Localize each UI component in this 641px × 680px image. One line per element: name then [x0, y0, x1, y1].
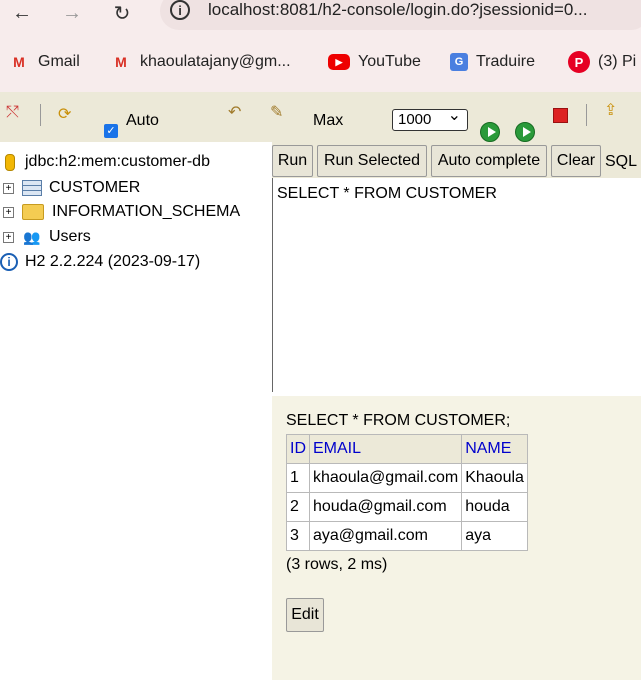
tree-item-users[interactable]: + 👥 Users — [0, 225, 91, 249]
toolbar-separator — [40, 104, 41, 126]
run-selected-icon[interactable] — [515, 122, 535, 142]
auto-commit-label: Auto — [126, 112, 159, 129]
cell-name: aya — [461, 521, 528, 551]
cell-name: houda — [461, 492, 528, 522]
tree-version: i H2 2.2.224 (2023-09-17) — [0, 250, 200, 274]
info-icon: i — [0, 253, 18, 271]
rollback-icon[interactable]: ↶ — [228, 102, 241, 122]
sql-button-bar: Run Run Selected Auto complete Clear SQL — [272, 142, 641, 178]
table-header-row: ID EMAIL NAME — [286, 434, 528, 464]
bookmark-gmail-account[interactable]: M khaoulatajany@gm... — [110, 50, 291, 74]
toolbar-separator — [586, 104, 587, 126]
auto-complete-button[interactable]: Auto complete — [431, 145, 547, 177]
commit-icon[interactable]: ✎ — [270, 102, 283, 122]
tree-item-label: Users — [49, 228, 91, 245]
users-icon: 👥 — [23, 229, 41, 245]
youtube-icon: ▶ — [328, 54, 350, 70]
cell-email: khaoula@gmail.com — [308, 463, 463, 493]
expand-icon[interactable]: + — [3, 231, 14, 243]
bookmark-label: YouTube — [358, 53, 421, 70]
database-icon — [5, 153, 15, 171]
run-selected-button[interactable]: Run Selected — [317, 145, 427, 177]
results-table: ID EMAIL NAME 1 khaoula@gmail.com Khaoul… — [286, 434, 528, 551]
url-text[interactable]: localhost:8081/h2-console/login.do?jsess… — [208, 0, 587, 20]
tree-item-label: CUSTOMER — [49, 179, 141, 196]
table-row: 2 houda@gmail.com houda — [286, 492, 528, 522]
table-row: 1 khaoula@gmail.com Khaoula — [286, 463, 528, 493]
bookmark-traduire[interactable]: G Traduire — [450, 50, 535, 74]
cell-id: 3 — [286, 521, 310, 551]
h2-toolbar: ⤲ ⟳ ✓ Auto ↶ ✎ Max 1000 ⇪ — [0, 92, 641, 142]
run-button[interactable]: Run — [272, 145, 313, 177]
tree-item-information-schema[interactable]: + INFORMATION_SCHEMA — [0, 200, 240, 224]
sql-editor[interactable]: SELECT * FROM CUSTOMER — [272, 178, 641, 392]
column-header-email[interactable]: EMAIL — [308, 434, 463, 464]
history-icon[interactable]: ⇪ — [604, 100, 617, 120]
bookmark-youtube[interactable]: ▶ YouTube — [328, 50, 421, 74]
reload-icon[interactable]: ↻ — [108, 0, 136, 26]
tree-item-customer[interactable]: + CUSTOMER — [0, 176, 140, 200]
max-rows-value: 1000 — [398, 111, 432, 128]
sql-query-text[interactable]: SELECT * FROM CUSTOMER — [277, 185, 497, 203]
folder-icon — [22, 204, 44, 220]
disconnect-icon[interactable]: ⤲ — [6, 104, 19, 122]
address-bar[interactable]: i localhost:8081/h2-console/login.do?jse… — [160, 0, 641, 30]
schema-tree: jdbc:h2:mem:customer-db + CUSTOMER + INF… — [0, 142, 272, 680]
bookmark-pinterest[interactable]: P (3) Pi — [568, 50, 636, 74]
bookmarks-bar: M Gmail M khaoulatajany@gm... ▶ YouTube … — [0, 46, 641, 78]
results-panel: SELECT * FROM CUSTOMER; ID EMAIL NAME 1 … — [272, 396, 641, 680]
sql-label: SQL — [605, 153, 638, 170]
bookmark-label: Traduire — [476, 53, 535, 70]
version-label: H2 2.2.224 (2023-09-17) — [25, 253, 201, 270]
bookmark-label: khaoulatajany@gm... — [140, 53, 291, 70]
edit-button[interactable]: Edit — [286, 598, 324, 632]
cell-id: 2 — [286, 492, 310, 522]
gmail-icon: M — [13, 54, 25, 70]
bookmark-label: Gmail — [38, 53, 80, 70]
back-arrow-icon[interactable]: ← — [8, 0, 36, 26]
tree-item-label: INFORMATION_SCHEMA — [52, 203, 241, 220]
browser-chrome: ← → ↻ i localhost:8081/h2-console/login.… — [0, 0, 641, 92]
table-row: 3 aya@gmail.com aya — [286, 521, 528, 551]
cell-name: Khaoula — [461, 463, 528, 493]
auto-commit-checkbox[interactable]: ✓ — [104, 124, 118, 138]
result-query: SELECT * FROM CUSTOMER; — [286, 412, 511, 429]
cell-email: aya@gmail.com — [308, 521, 463, 551]
max-rows-select[interactable]: 1000 — [392, 106, 468, 131]
pinterest-icon: P — [568, 51, 590, 73]
clear-button[interactable]: Clear — [551, 145, 601, 177]
cell-id: 1 — [286, 463, 310, 493]
table-icon — [22, 180, 42, 196]
expand-icon[interactable]: + — [3, 182, 14, 194]
refresh-icon[interactable]: ⟳ — [58, 104, 71, 124]
run-icon[interactable] — [480, 122, 500, 142]
gmail-icon: M — [115, 54, 127, 70]
tree-connection[interactable]: jdbc:h2:mem:customer-db — [0, 150, 210, 174]
bookmark-gmail[interactable]: M Gmail — [8, 50, 80, 74]
result-summary: (3 rows, 2 ms) — [286, 556, 388, 573]
site-info-icon[interactable]: i — [170, 0, 190, 20]
forward-arrow-icon[interactable]: → — [58, 0, 86, 26]
expand-icon[interactable]: + — [3, 206, 14, 218]
translate-icon: G — [450, 53, 468, 71]
cell-email: houda@gmail.com — [308, 492, 463, 522]
max-rows-label: Max — [313, 112, 344, 129]
column-header-id[interactable]: ID — [286, 434, 310, 464]
connection-label: jdbc:h2:mem:customer-db — [25, 153, 210, 170]
stop-icon[interactable] — [553, 108, 568, 123]
column-header-name[interactable]: NAME — [461, 434, 528, 464]
bookmark-label: (3) Pi — [598, 53, 637, 70]
